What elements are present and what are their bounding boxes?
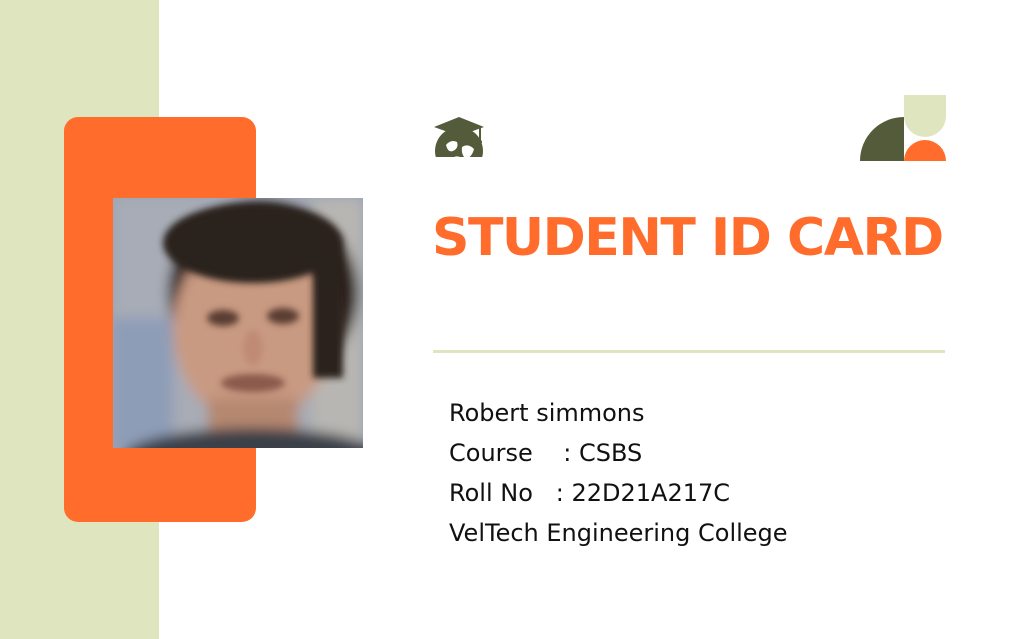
decorative-shapes — [860, 95, 946, 161]
card-title: STUDENT ID CARD — [432, 208, 944, 268]
student-name: Robert simmons — [449, 399, 645, 427]
roll-number-line: Roll No : 22D21A217C — [449, 479, 731, 507]
college-name: VelTech Engineering College — [449, 519, 788, 547]
course-line: Course : CSBS — [449, 439, 643, 467]
student-photo — [113, 198, 363, 448]
divider-line — [433, 350, 945, 353]
graduation-cap-globe-icon — [432, 117, 486, 175]
student-info: Robert simmons Course : CSBS Roll No : 2… — [449, 393, 788, 553]
